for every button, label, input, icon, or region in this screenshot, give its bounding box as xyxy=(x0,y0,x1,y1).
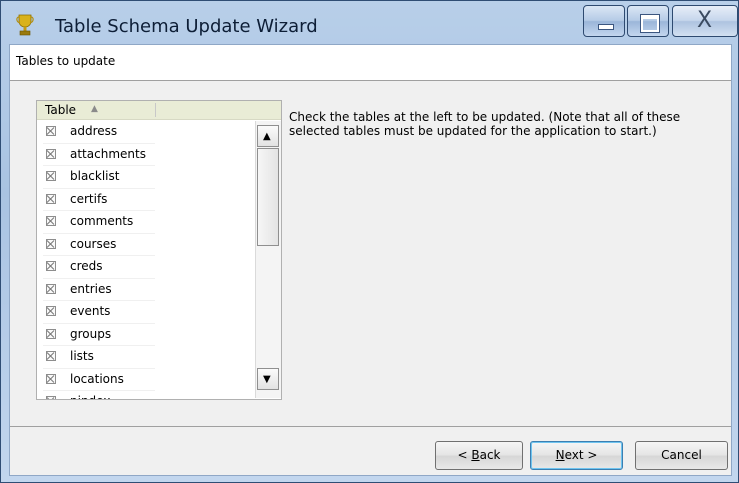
table-row[interactable]: creds xyxy=(37,256,255,279)
table-row[interactable]: blacklist xyxy=(37,166,255,189)
maximize-icon xyxy=(640,14,660,33)
row-checkbox[interactable] xyxy=(46,306,56,316)
tables-list[interactable]: Table ▲ address attachments blacklist ce… xyxy=(36,100,282,400)
table-row[interactable]: locations xyxy=(37,369,255,391)
back-button-prefix: < xyxy=(457,448,472,462)
table-row[interactable]: pindex xyxy=(37,391,255,399)
row-checkbox[interactable] xyxy=(46,238,56,249)
column-header-label: Table xyxy=(45,103,77,117)
table-row[interactable]: address xyxy=(37,121,255,144)
scroll-up-button[interactable]: ▲ xyxy=(257,125,279,147)
row-checkbox[interactable] xyxy=(46,126,56,136)
row-label: lists xyxy=(70,349,94,363)
row-checkbox[interactable] xyxy=(46,396,56,399)
window-frame: Table Schema Update Wizard X Tables to u… xyxy=(0,0,739,483)
table-row[interactable]: attachments xyxy=(37,144,255,166)
row-checkbox[interactable] xyxy=(46,261,56,271)
row-checkbox[interactable] xyxy=(46,193,56,204)
table-rows: address attachments blacklist certifs co… xyxy=(37,121,255,399)
row-label: blacklist xyxy=(70,169,120,183)
next-button-label: ext > xyxy=(564,448,598,462)
chevron-down-icon: ▼ xyxy=(263,374,271,385)
table-row[interactable]: certifs xyxy=(37,189,255,211)
row-label: events xyxy=(70,304,111,318)
window-title: Table Schema Update Wizard xyxy=(55,16,318,37)
row-checkbox[interactable] xyxy=(46,283,56,294)
wizard-window: Table Schema Update Wizard X Tables to u… xyxy=(0,0,739,483)
maximize-button[interactable] xyxy=(627,5,669,37)
scroll-down-button[interactable]: ▼ xyxy=(257,368,279,390)
close-icon: X xyxy=(697,8,713,33)
row-label: certifs xyxy=(70,191,108,206)
page-title: Tables to update xyxy=(16,54,116,68)
row-checkbox[interactable] xyxy=(46,373,56,384)
row-label: address xyxy=(70,124,118,138)
chevron-up-icon: ▲ xyxy=(263,131,271,142)
row-label: pindex xyxy=(70,394,110,399)
wizard-header: Tables to update xyxy=(10,45,731,81)
trophy-icon xyxy=(16,14,34,36)
row-label: groups xyxy=(70,326,112,341)
cancel-button[interactable]: Cancel xyxy=(635,441,728,470)
next-button[interactable]: Next > xyxy=(530,441,623,470)
row-label: attachments xyxy=(70,146,146,161)
row-label: entries xyxy=(70,281,112,296)
row-checkbox[interactable] xyxy=(46,328,56,339)
row-label: comments xyxy=(70,214,134,228)
back-button[interactable]: < Back xyxy=(435,441,523,470)
row-label: courses xyxy=(70,236,117,251)
instructions-line-2: selected tables must be updated for the … xyxy=(289,124,657,138)
table-row[interactable]: entries xyxy=(37,279,255,301)
table-row[interactable]: courses xyxy=(37,234,255,256)
row-checkbox[interactable] xyxy=(46,351,56,361)
back-button-mnemonic: B xyxy=(471,448,480,462)
sort-ascending-icon: ▲ xyxy=(91,104,98,114)
table-row[interactable]: comments xyxy=(37,211,255,234)
next-button-mnemonic: N xyxy=(555,448,565,462)
column-header-table[interactable]: Table ▲ xyxy=(37,101,281,120)
minimize-button[interactable] xyxy=(583,5,625,37)
minimize-icon xyxy=(598,24,614,30)
wizard-client-area: Tables to update Table ▲ address attachm… xyxy=(9,44,732,476)
close-button[interactable]: X xyxy=(672,5,738,37)
table-row[interactable]: events xyxy=(37,301,255,324)
row-label: locations xyxy=(70,371,124,386)
vertical-scrollbar[interactable]: ▲ ▼ xyxy=(255,121,281,398)
table-row[interactable]: groups xyxy=(37,324,255,346)
row-checkbox[interactable] xyxy=(46,171,56,181)
back-button-label: ack xyxy=(479,448,501,462)
instructions-line-1: Check the tables at the left to be updat… xyxy=(289,110,681,124)
footer-divider xyxy=(10,426,731,427)
row-checkbox[interactable] xyxy=(46,216,56,226)
scroll-thumb[interactable] xyxy=(257,148,279,246)
instructions-text: Check the tables at the left to be updat… xyxy=(289,110,709,138)
row-label: creds xyxy=(70,259,103,273)
row-checkbox[interactable] xyxy=(46,148,56,159)
title-bar[interactable]: Table Schema Update Wizard X xyxy=(2,2,739,44)
table-row[interactable]: lists xyxy=(37,346,255,369)
column-divider[interactable] xyxy=(155,103,156,117)
